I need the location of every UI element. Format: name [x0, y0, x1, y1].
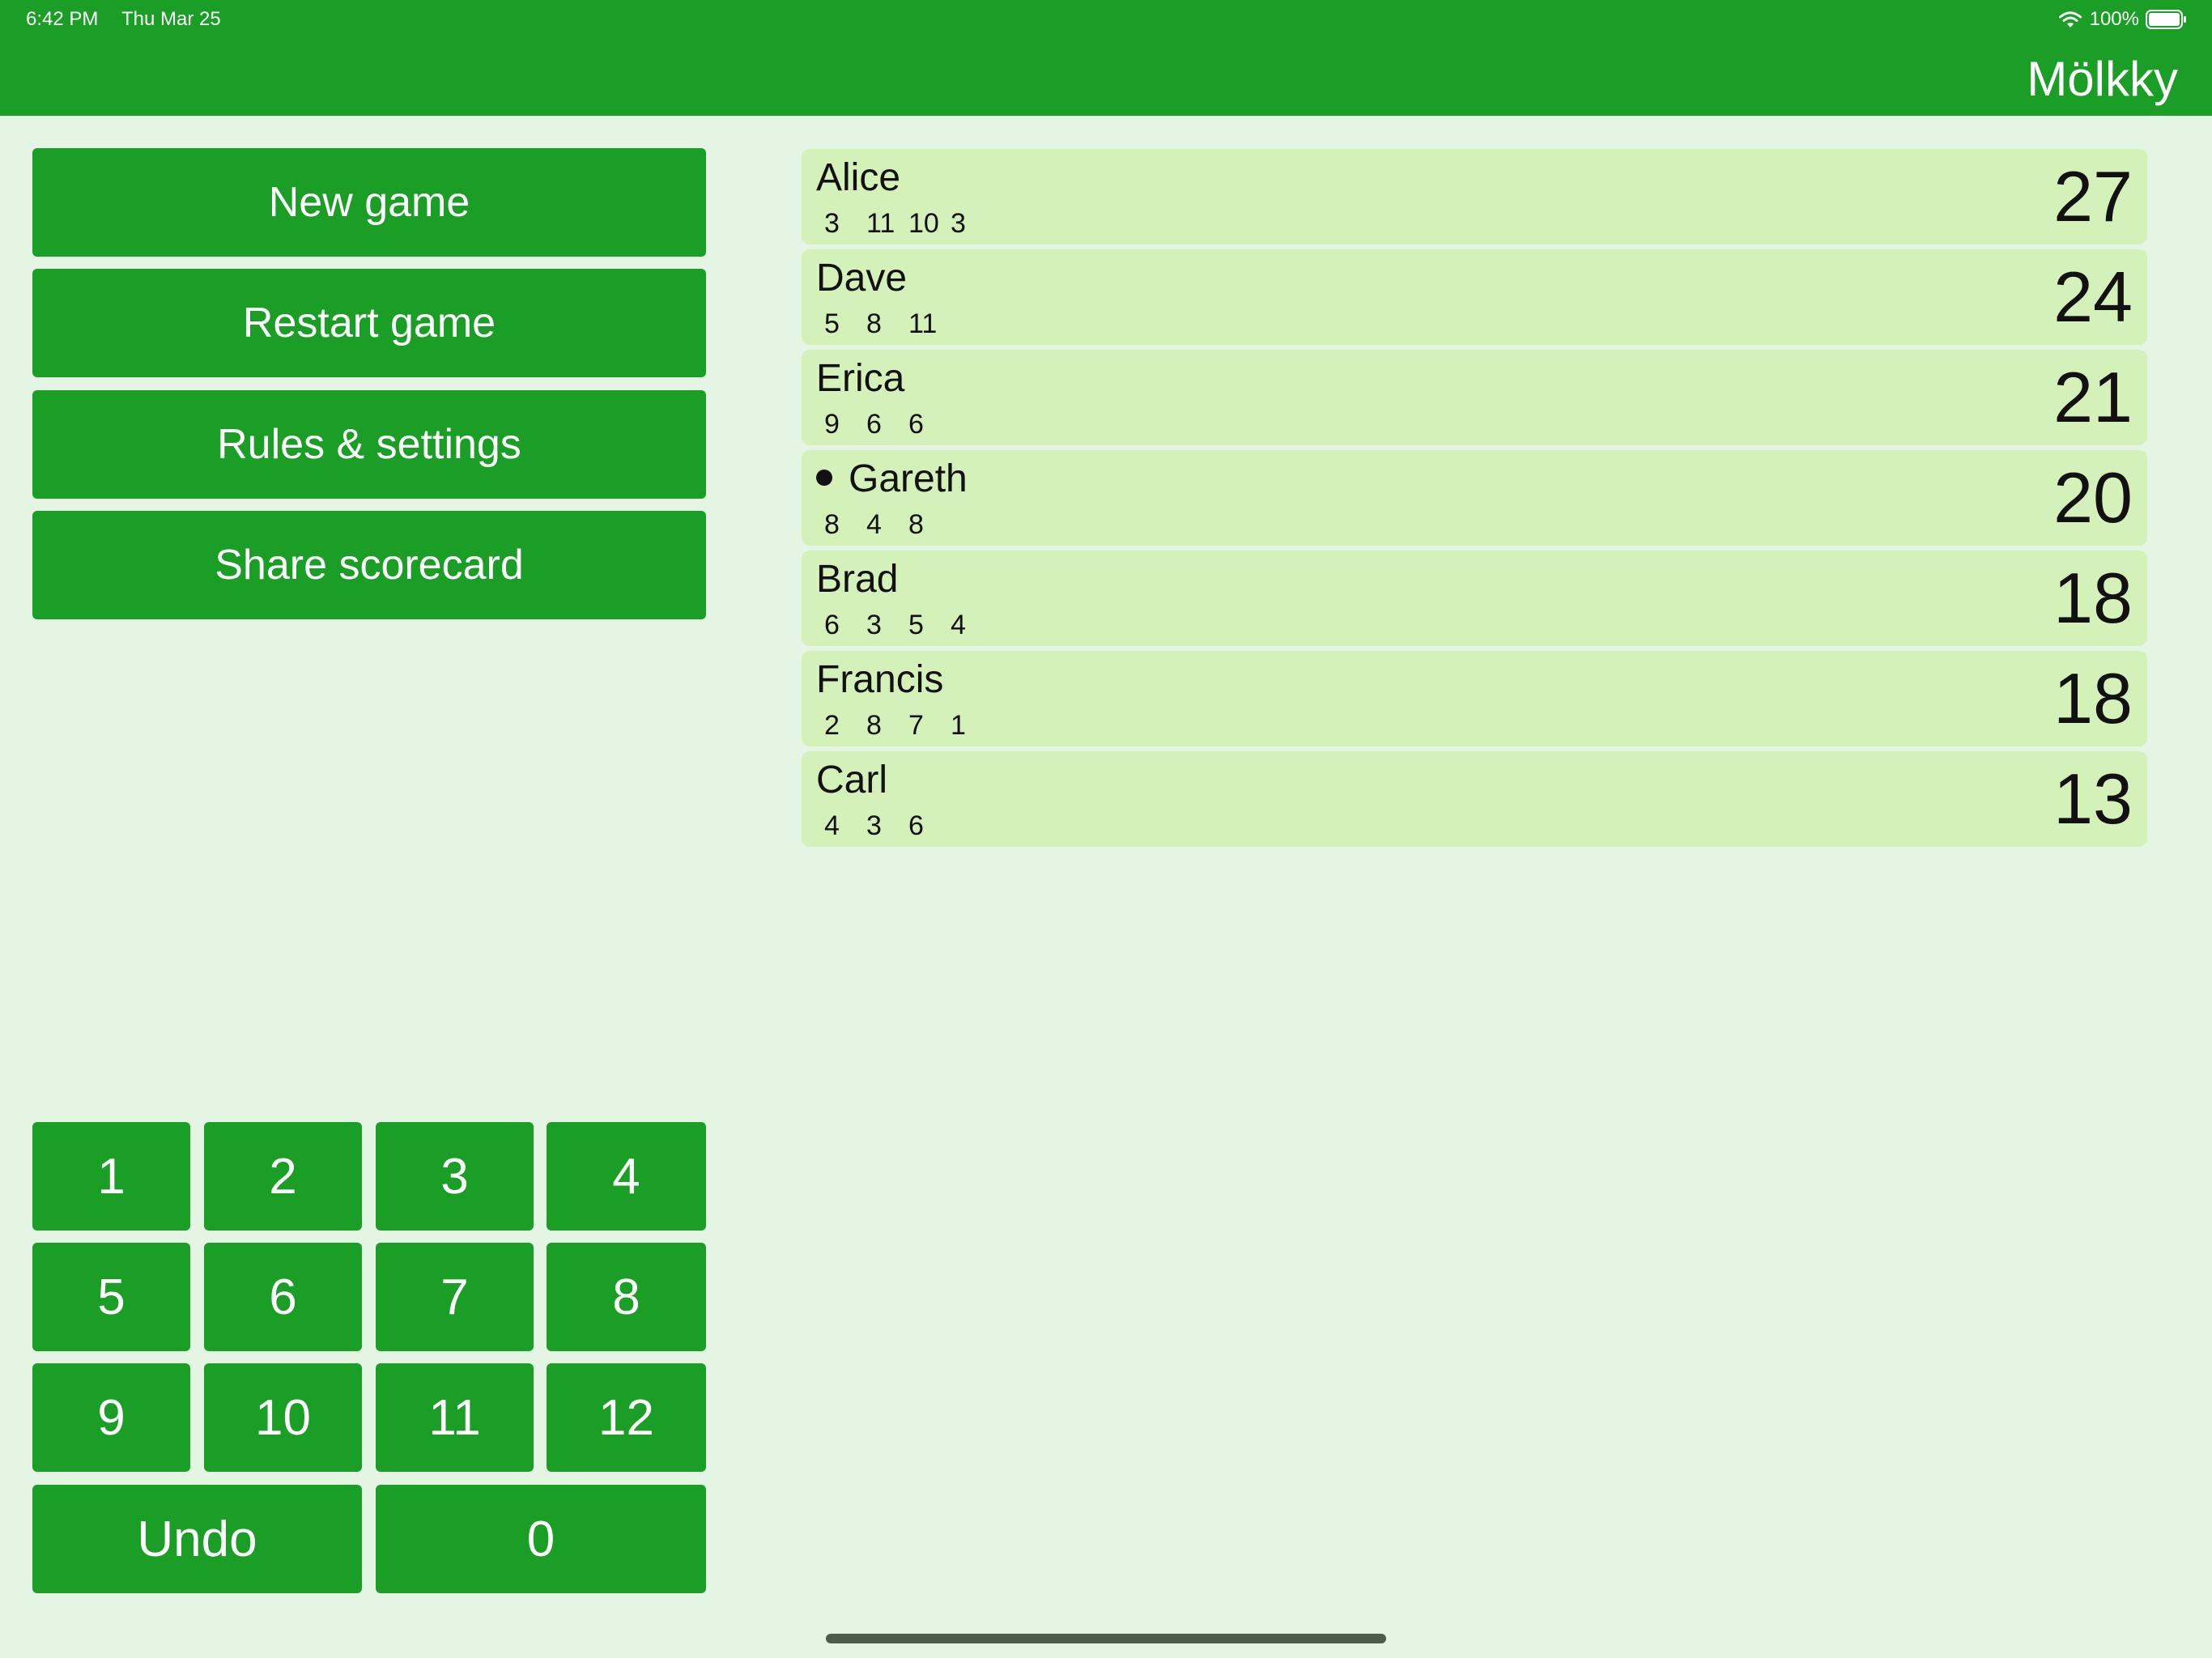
throw-value: 8	[866, 308, 882, 339]
key-0[interactable]: 0	[376, 1485, 706, 1593]
key-9[interactable]: 9	[32, 1363, 190, 1472]
throw-history: 8 4 8	[824, 508, 951, 541]
throw-value: 4	[866, 509, 882, 540]
throw-history: 5 8 11	[824, 308, 951, 340]
key-5[interactable]: 5	[32, 1243, 190, 1351]
player-score: 24	[2053, 257, 2133, 337]
player-score: 27	[2053, 156, 2133, 236]
key-4[interactable]: 4	[547, 1122, 706, 1231]
throw-value: 5	[908, 610, 924, 640]
throw-value: 6	[824, 610, 840, 640]
player-row-carl[interactable]: Carl 4 3 6 13	[802, 751, 2147, 847]
key-8[interactable]: 8	[547, 1243, 706, 1351]
player-row-gareth[interactable]: Gareth 8 4 8 20	[802, 450, 2147, 546]
throw-value: 9	[824, 409, 840, 440]
player-score: 18	[2053, 558, 2133, 638]
undo-button[interactable]: Undo	[32, 1485, 362, 1593]
player-row-dave[interactable]: Dave 5 8 11 24	[802, 249, 2147, 345]
top-bar: 6:42 PM Thu Mar 25 100% Mölkky	[0, 0, 2212, 116]
player-name: Alice	[816, 156, 901, 199]
app-title: Mölkky	[2027, 52, 2178, 106]
player-score: 13	[2053, 759, 2133, 839]
player-score: 21	[2053, 357, 2133, 437]
status-date: Thu Mar 25	[121, 8, 221, 30]
player-row-brad[interactable]: Brad 6 3 5 4 18	[802, 551, 2147, 646]
throw-history: 3 11 10 3	[824, 207, 993, 240]
player-score: 20	[2053, 457, 2133, 538]
throw-value: 4	[951, 610, 966, 640]
share-scorecard-button[interactable]: Share scorecard	[32, 511, 706, 619]
player-name: Carl	[816, 759, 888, 801]
restart-game-button[interactable]: Restart game	[32, 269, 706, 377]
throw-history: 2 8 7 1	[824, 709, 993, 742]
player-row-erica[interactable]: Erica 9 6 6 21	[802, 350, 2147, 445]
key-10[interactable]: 10	[204, 1363, 362, 1472]
throw-value: 11	[908, 308, 938, 339]
throw-value: 4	[824, 810, 840, 841]
player-row-francis[interactable]: Francis 2 8 7 1 18	[802, 651, 2147, 746]
throw-value: 6	[908, 810, 924, 841]
throw-value: 11	[866, 208, 895, 239]
throw-value: 3	[866, 610, 882, 640]
throw-value: 8	[866, 710, 882, 741]
player-name: Erica	[816, 357, 905, 400]
home-indicator[interactable]	[826, 1634, 1386, 1643]
current-turn-dot	[816, 470, 832, 487]
throw-history: 4 3 6	[824, 810, 951, 842]
throw-value: 10	[908, 208, 939, 239]
throw-value: 3	[951, 208, 966, 239]
throw-value: 1	[951, 710, 966, 741]
key-3[interactable]: 3	[376, 1122, 534, 1231]
player-row-alice[interactable]: Alice 3 11 10 3 27	[802, 149, 2147, 244]
throw-history: 6 3 5 4	[824, 609, 993, 641]
battery-icon	[2146, 10, 2186, 29]
key-12[interactable]: 12	[547, 1363, 706, 1472]
key-7[interactable]: 7	[376, 1243, 534, 1351]
throw-value: 5	[824, 308, 840, 339]
player-name-current: Gareth	[816, 457, 968, 502]
throw-value: 8	[824, 509, 840, 540]
key-2[interactable]: 2	[204, 1122, 362, 1231]
throw-value: 3	[824, 208, 840, 239]
player-name: Dave	[816, 257, 908, 300]
wifi-icon	[2058, 11, 2082, 28]
battery-percent: 100%	[2089, 8, 2139, 30]
key-6[interactable]: 6	[204, 1243, 362, 1351]
throw-value: 6	[866, 409, 882, 440]
player-name: Brad	[816, 558, 899, 601]
player-score: 18	[2053, 658, 2133, 738]
player-name: Francis	[816, 658, 944, 701]
key-11[interactable]: 11	[376, 1363, 534, 1472]
rules-settings-button[interactable]: Rules & settings	[32, 390, 706, 499]
throw-value: 3	[866, 810, 882, 841]
player-name: Gareth	[849, 457, 968, 500]
throw-value: 8	[908, 509, 924, 540]
new-game-button[interactable]: New game	[32, 148, 706, 257]
throw-value: 7	[908, 710, 924, 741]
throw-value: 6	[908, 409, 924, 440]
key-1[interactable]: 1	[32, 1122, 190, 1231]
status-time: 6:42 PM	[26, 8, 99, 30]
throw-history: 9 6 6	[824, 408, 951, 440]
status-indicators: 100%	[2057, 6, 2188, 32]
throw-value: 2	[824, 710, 840, 741]
